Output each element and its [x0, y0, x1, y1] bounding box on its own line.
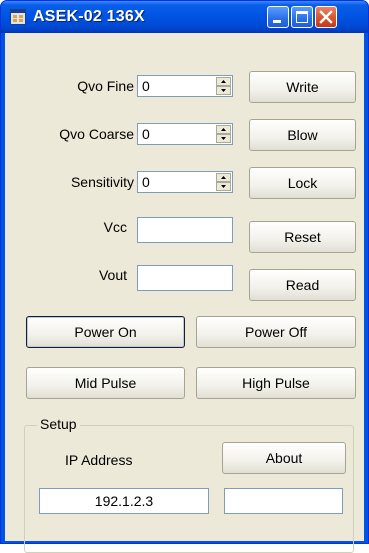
vout-field[interactable] — [137, 265, 233, 291]
high-pulse-button[interactable]: High Pulse — [196, 367, 356, 399]
close-button[interactable] — [315, 6, 337, 28]
sensitivity-down-button[interactable] — [216, 182, 231, 191]
maximize-icon — [296, 11, 308, 23]
blow-button[interactable]: Blow — [249, 119, 356, 151]
qvo-coarse-label: Qvo Coarse — [59, 126, 134, 142]
sensitivity-label: Sensitivity — [70, 174, 134, 190]
qvo-coarse-spinner[interactable]: 0 — [137, 123, 233, 145]
power-off-button[interactable]: Power Off — [196, 316, 356, 348]
power-on-button[interactable]: Power On — [26, 316, 185, 348]
arrow-down-icon — [221, 185, 226, 188]
about-button[interactable]: About — [222, 442, 346, 474]
client-area: Qvo Fine 0 Write Qvo Coarse 0 Blow Sensi… — [5, 33, 364, 553]
qvo-fine-label: Qvo Fine — [77, 78, 134, 94]
ip-address-value: 192.1.2.3 — [94, 493, 154, 509]
arrow-up-icon — [221, 128, 226, 131]
minimize-icon — [273, 20, 281, 23]
qvo-coarse-down-button[interactable] — [216, 134, 231, 143]
maximize-button[interactable] — [291, 6, 313, 28]
window-title: ASEK-02 136X — [33, 8, 145, 25]
app-icon — [10, 9, 26, 25]
sensitivity-spinner[interactable]: 0 — [137, 171, 233, 193]
setup-group-title: Setup — [37, 416, 80, 432]
sensitivity-up-button[interactable] — [216, 173, 231, 182]
qvo-fine-down-button[interactable] — [216, 86, 231, 95]
read-button[interactable]: Read — [249, 269, 356, 301]
vcc-field[interactable] — [137, 217, 233, 243]
arrow-up-icon — [221, 80, 226, 83]
vcc-label: Vcc — [103, 219, 127, 235]
mid-pulse-button[interactable]: Mid Pulse — [26, 367, 185, 399]
title-bar[interactable]: ASEK-02 136X — [1, 1, 368, 33]
app-window: ASEK-02 136X Qvo Fine 0 Write Qvo Coarse… — [0, 0, 369, 553]
qvo-fine-spinner[interactable]: 0 — [137, 75, 233, 97]
aux-field[interactable] — [224, 488, 343, 514]
arrow-down-icon — [221, 137, 226, 140]
lock-button[interactable]: Lock — [249, 167, 356, 199]
write-button[interactable]: Write — [249, 71, 356, 103]
reset-button[interactable]: Reset — [249, 221, 356, 253]
ip-address-field[interactable]: 192.1.2.3 — [39, 488, 209, 514]
arrow-up-icon — [221, 176, 226, 179]
close-icon — [319, 10, 333, 24]
qvo-coarse-up-button[interactable] — [216, 125, 231, 134]
sensitivity-value[interactable]: 0 — [142, 174, 150, 190]
qvo-fine-up-button[interactable] — [216, 77, 231, 86]
qvo-coarse-value[interactable]: 0 — [142, 126, 150, 142]
qvo-fine-value[interactable]: 0 — [142, 78, 150, 94]
minimize-button[interactable] — [267, 6, 289, 28]
ip-address-label: IP Address — [65, 452, 133, 468]
vout-label: Vout — [98, 267, 127, 283]
arrow-down-icon — [221, 89, 226, 92]
setup-group: Setup IP Address About 192.1.2.3 — [24, 416, 354, 553]
